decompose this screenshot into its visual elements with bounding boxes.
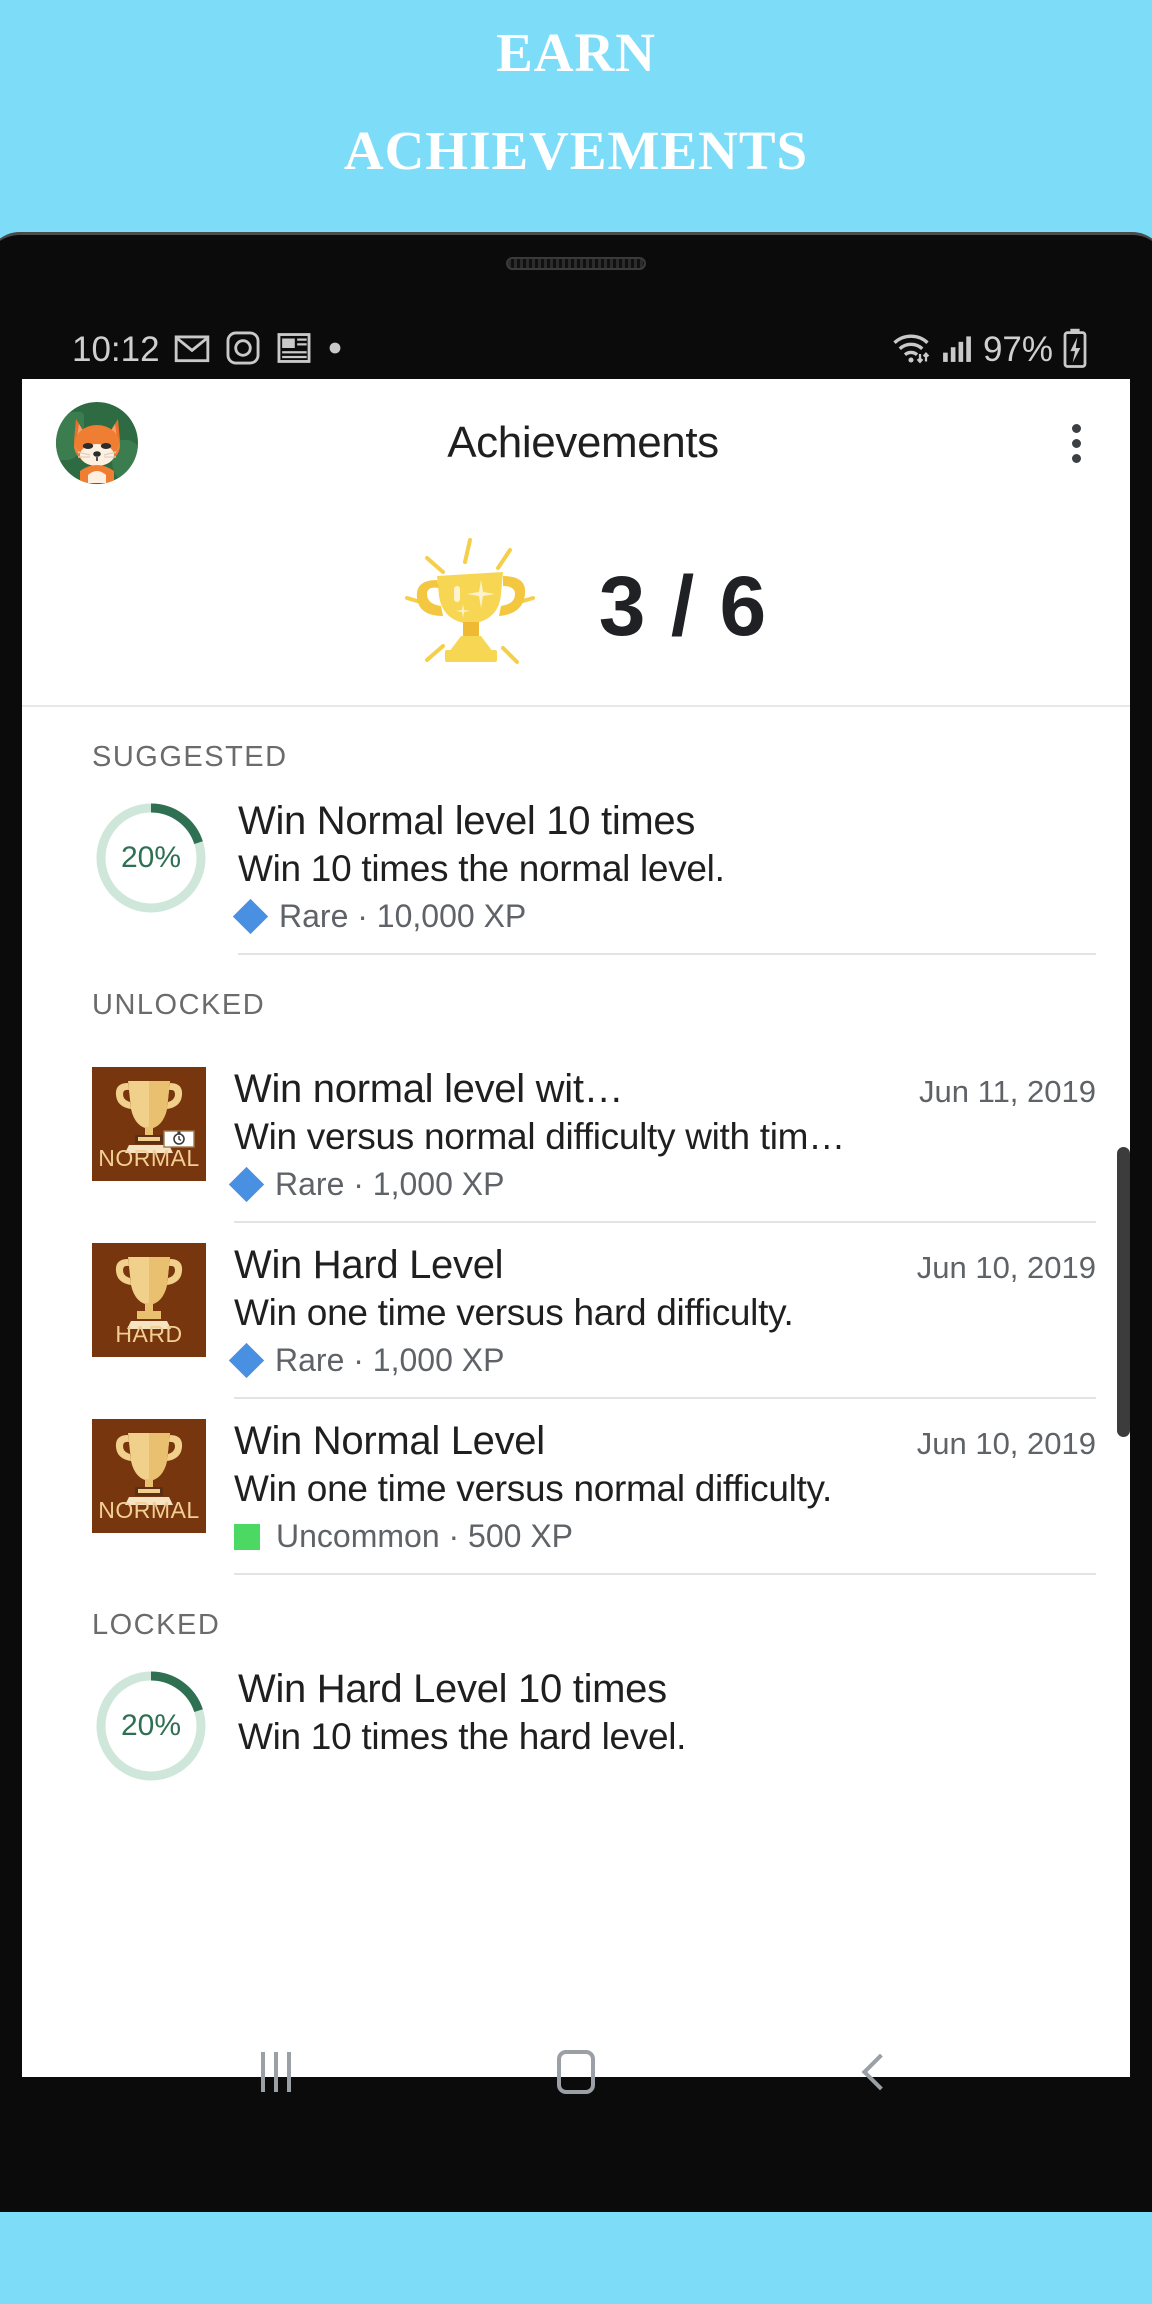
home-icon[interactable] [521,2037,631,2107]
recents-icon[interactable] [221,2037,331,2107]
progress-ring: 20% [92,799,210,917]
rarity-diamond-icon [228,1342,265,1379]
achievement-badge: NORMAL [92,1067,206,1181]
achievement-row-suggested-1[interactable]: 20% Win Normal level 10 times Win 10 tim… [22,799,1130,955]
progress-ring: 20% [92,1667,210,1785]
gmail-icon [173,329,211,372]
achievement-date: Jun 10, 2019 [916,1426,1096,1461]
instagram-icon [224,329,262,372]
badge-difficulty-label: HARD [115,1321,183,1347]
achievement-date: Jun 11, 2019 [919,1074,1096,1109]
earpiece-speaker [506,257,646,270]
cellular-signal-icon [940,331,974,370]
rarity-square-icon [234,1523,260,1550]
achievement-meta: Uncommon · 500 XP [234,1518,1096,1555]
achievement-description: Win versus normal difficulty with tim… [234,1116,845,1157]
phone-frame: 10:12 97% Achievements 3 / 6 SUGGESTED 2… [0,232,1152,2212]
achievement-row-locked-1[interactable]: 20% Win Hard Level 10 times Win 10 times… [22,1667,1130,1815]
achievement-rarity-xp: Rare · 10,000 XP [279,898,527,934]
achievement-title: Win Normal Level [234,1419,545,1463]
achievement-row-unlocked-3[interactable]: NORMAL Win Normal Level Jun 10, 2019 Win… [22,1399,1130,1575]
badge-difficulty-label: NORMAL [98,1145,200,1171]
phone-chin [0,2122,1152,2212]
status-time: 10:12 [72,330,160,369]
page-title: Achievements [447,418,719,467]
section-header-unlocked: UNLOCKED [92,989,266,1021]
achievement-badge: NORMAL [92,1419,206,1533]
achievement-description: Win one time versus normal difficulty. [234,1468,832,1509]
trophy-icon [404,538,535,664]
achievement-description: Win 10 times the hard level. [238,1716,687,1757]
achievement-meta: Rare · 1,000 XP [228,1166,1096,1203]
fox-avatar-icon [74,419,120,483]
badge-difficulty-label: NORMAL [98,1497,200,1523]
banner-title-line-1: Earn [496,1,656,88]
achievement-rarity-xp: Rare · 1,000 XP [275,1342,505,1378]
achievement-description: Win one time versus hard difficulty. [234,1292,794,1333]
achievement-badge: HARD [92,1243,206,1357]
banner-title-line-2: Achievements [343,99,809,186]
achievement-title: Win Hard Level 10 times [238,1667,667,1711]
battery-percent: 97% [982,330,1053,369]
achievement-meta: Rare · 1,000 XP [228,1342,1096,1379]
rarity-diamond-icon [232,898,269,935]
achievement-title: Win Normal level 10 times [238,799,696,843]
app-screen: Achievements 3 / 6 SUGGESTED 20% Win Nor… [22,379,1130,2077]
status-bar: 10:12 97% [0,321,1152,379]
achievement-date: Jun 10, 2019 [916,1250,1096,1285]
achievement-list[interactable]: SUGGESTED 20% Win Normal level 10 times … [22,707,1130,1815]
rarity-diamond-icon [228,1166,265,1203]
battery-charging-icon [1062,328,1088,373]
progress-percent-label: 20% [120,1709,182,1742]
scrollbar[interactable] [1117,1147,1130,1437]
app-bar: Achievements [22,379,1130,507]
news-icon [275,329,313,372]
achievement-description: Win 10 times the normal level. [238,848,725,889]
score-value: 3 / 6 [598,558,768,653]
achievement-row-unlocked-1[interactable]: NORMAL Win normal level wit… Jun 11, 201… [22,1047,1130,1223]
section-header-locked: LOCKED [92,1609,221,1641]
progress-percent-label: 20% [120,841,182,874]
avatar[interactable] [56,402,138,484]
back-icon[interactable] [821,2037,931,2107]
achievement-row-unlocked-2[interactable]: HARD Win Hard Level Jun 10, 2019 Win one… [22,1223,1130,1399]
achievement-title: Win Hard Level [234,1243,504,1287]
section-header-suggested: SUGGESTED [92,741,288,773]
achievement-title: Win normal level wit… [234,1067,624,1111]
wifi-icon [891,330,931,371]
system-nav-bar [0,2022,1152,2122]
achievement-rarity-xp: Rare · 1,000 XP [275,1166,505,1202]
dot-icon [326,339,344,362]
promo-banner: Earn Achievements [0,0,1152,232]
achievement-rarity-xp: Uncommon · 500 XP [276,1518,574,1554]
achievement-meta: Rare · 10,000 XP [232,898,1096,935]
score-summary: 3 / 6 [22,507,1130,707]
more-options-icon[interactable] [1048,415,1104,471]
